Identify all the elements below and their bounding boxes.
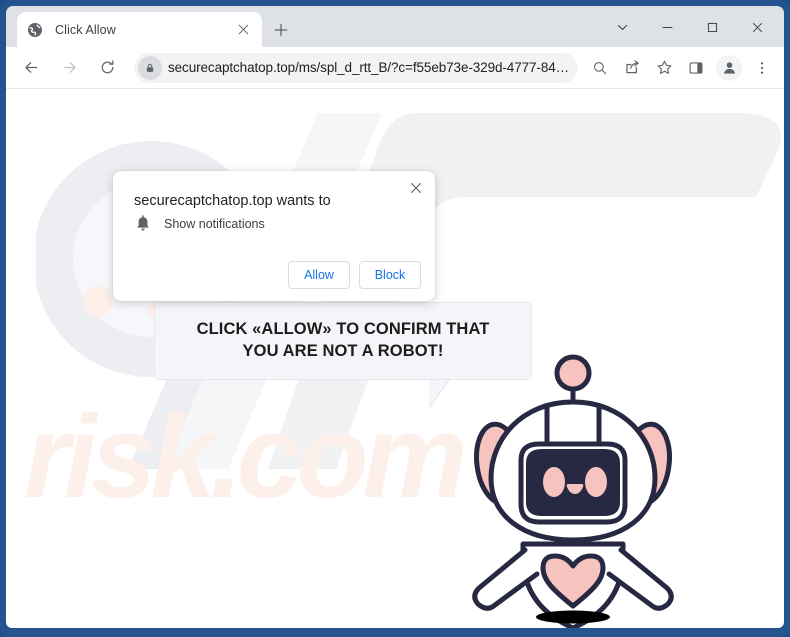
maximize-icon[interactable] [690, 11, 735, 44]
profile-avatar-icon[interactable] [716, 54, 742, 81]
bell-icon [134, 215, 152, 233]
allow-button[interactable]: Allow [288, 261, 350, 289]
new-tab-button[interactable] [268, 17, 294, 43]
share-icon[interactable] [618, 54, 646, 82]
tab-search-chevron-down-icon[interactable] [600, 11, 645, 44]
robot-mascot [472, 354, 674, 628]
dialog-title: securecaptchatop.top wants to [134, 193, 331, 209]
browser-menu-button[interactable] [748, 54, 776, 82]
reload-button[interactable] [92, 53, 122, 83]
browser-window: Click Allow securecaptchatop.top/ms/spl_… [0, 0, 790, 637]
permission-item-label: Show notifications [164, 217, 265, 231]
minimize-icon[interactable] [645, 11, 690, 44]
watermark-text: risk.com [24, 391, 467, 523]
side-panel-icon[interactable] [682, 54, 710, 82]
globe-icon [27, 22, 43, 38]
block-button[interactable]: Block [359, 261, 421, 289]
page-viewport: risk.com CLICK «ALLOW» TO CONFIRM THAT Y… [6, 89, 784, 628]
bookmark-star-icon[interactable] [650, 54, 678, 82]
tab-title: Click Allow [55, 22, 116, 37]
tab-close-icon[interactable] [234, 21, 252, 39]
back-button[interactable] [16, 53, 46, 83]
dialog-close-icon[interactable] [405, 177, 427, 199]
close-icon[interactable] [735, 11, 780, 44]
address-bar[interactable]: securecaptchatop.top/ms/spl_d_rtt_B/?c=f… [134, 52, 578, 83]
url-text[interactable]: securecaptchatop.top/ms/spl_d_rtt_B/?c=f… [168, 60, 574, 75]
notification-permission-dialog: securecaptchatop.top wants to Show notif… [113, 171, 435, 301]
search-icon[interactable] [586, 54, 614, 82]
browser-toolbar: securecaptchatop.top/ms/spl_d_rtt_B/?c=f… [6, 47, 784, 89]
lock-icon[interactable] [138, 55, 162, 80]
window-controls [600, 10, 780, 44]
tab-strip: Click Allow [6, 6, 784, 47]
browser-tab-click-allow[interactable]: Click Allow [17, 12, 262, 47]
speech-bubble: CLICK «ALLOW» TO CONFIRM THAT YOU ARE NO… [154, 302, 532, 380]
permission-item-row: Show notifications [134, 215, 265, 233]
forward-button[interactable] [54, 53, 84, 83]
dialog-actions: Allow Block [288, 261, 421, 289]
speech-bubble-tail [429, 379, 449, 407]
speech-bubble-text: CLICK «ALLOW» TO CONFIRM THAT YOU ARE NO… [196, 320, 490, 360]
